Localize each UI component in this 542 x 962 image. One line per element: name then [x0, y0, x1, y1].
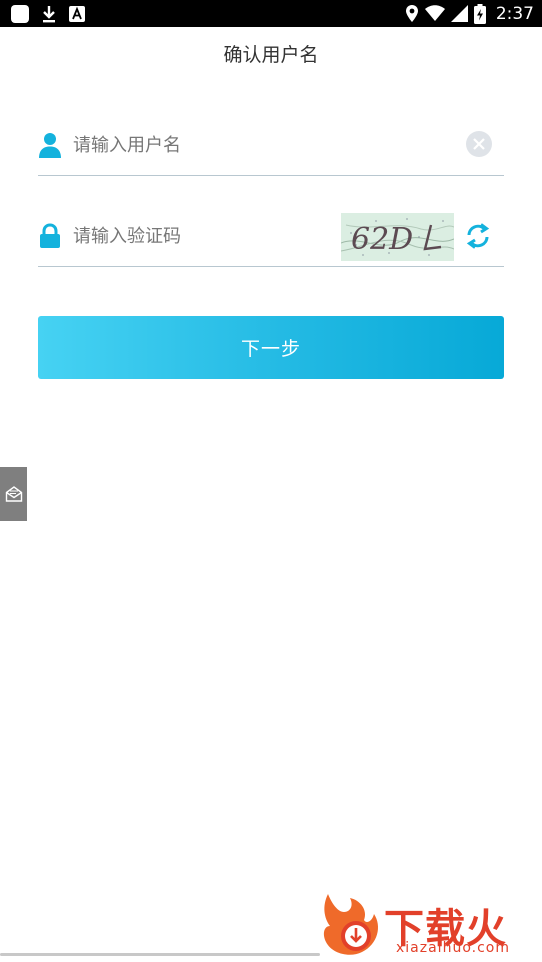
- close-icon: [473, 138, 485, 150]
- user-icon: [38, 132, 62, 158]
- battery-charging-icon: [473, 3, 486, 24]
- flame-logo-icon: [320, 892, 384, 958]
- app-square-icon: [10, 4, 30, 24]
- refresh-icon: [466, 223, 490, 249]
- clear-username-button[interactable]: [466, 131, 492, 157]
- download-icon: [40, 4, 58, 24]
- lock-icon: [38, 223, 62, 249]
- captcha-input[interactable]: [73, 221, 333, 251]
- watermark: 下载火 xiazaihuo.com: [318, 892, 542, 960]
- username-input[interactable]: [73, 130, 373, 160]
- captcha-row: 62D: [38, 209, 504, 267]
- side-feedback-tab[interactable]: [0, 467, 27, 521]
- status-bar-right: 2:37: [405, 3, 534, 24]
- status-bar: 2:37: [0, 0, 542, 27]
- location-icon: [405, 4, 419, 23]
- username-row: [38, 118, 504, 176]
- mail-open-icon: [5, 486, 22, 502]
- wifi-icon: [424, 5, 445, 22]
- captcha-text: 62D: [351, 222, 413, 257]
- watermark-domain: xiazaihuo.com: [396, 940, 510, 956]
- refresh-captcha-button[interactable]: [464, 222, 492, 250]
- next-step-button[interactable]: 下一步: [38, 316, 504, 379]
- bottom-nav-indicator: [0, 953, 320, 956]
- signal-icon: [450, 5, 468, 22]
- captcha-image[interactable]: 62D: [341, 213, 454, 261]
- status-bar-left: [10, 3, 86, 24]
- page-title: 确认用户名: [223, 44, 319, 66]
- font-app-icon: [68, 5, 86, 23]
- status-time: 2:37: [495, 3, 534, 24]
